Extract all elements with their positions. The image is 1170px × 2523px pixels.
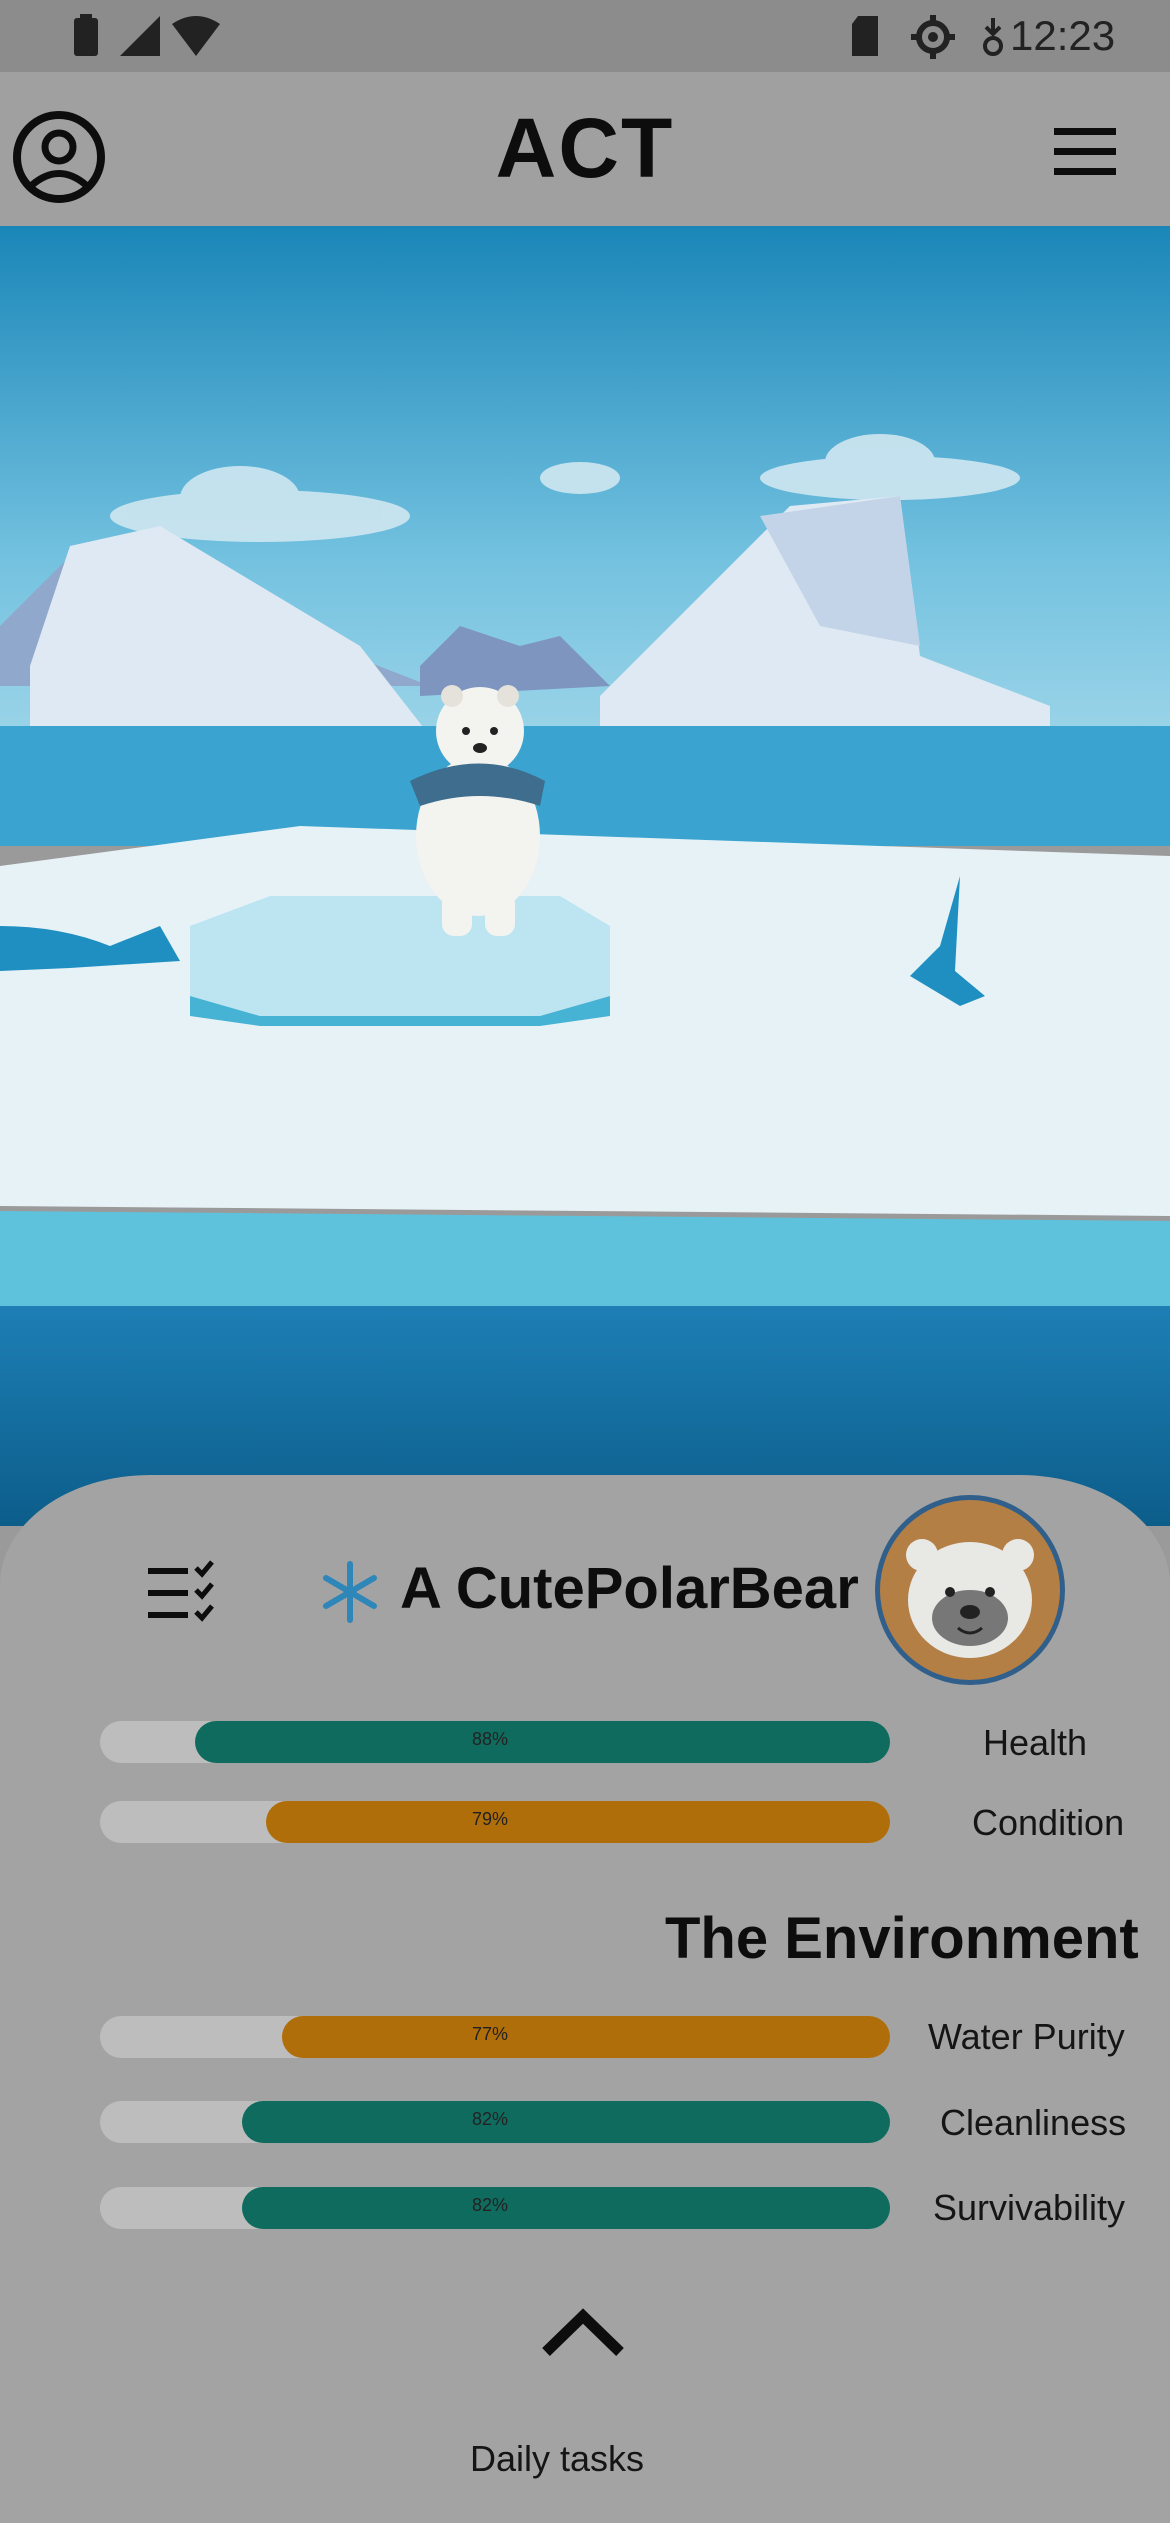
chevron-up-icon[interactable] bbox=[538, 2300, 628, 2360]
cleanliness-bar: 82% bbox=[100, 2101, 890, 2143]
app-bar: ACT bbox=[0, 72, 1170, 226]
water-purity-bar: 77% bbox=[100, 2016, 890, 2058]
cleanliness-label: Cleanliness bbox=[940, 2102, 1127, 2143]
hamburger-menu-icon[interactable] bbox=[1052, 124, 1118, 180]
health-label: Health bbox=[983, 1722, 1088, 1763]
snowflake-icon bbox=[323, 1561, 377, 1623]
cleanliness-bar-fill bbox=[242, 2101, 890, 2143]
survivability-bar-fill bbox=[242, 2187, 890, 2229]
condition-value: 79% bbox=[472, 1809, 509, 1829]
daily-tasks-label[interactable]: Daily tasks bbox=[470, 2438, 644, 2480]
signal-icon bbox=[120, 16, 160, 56]
battery-icon bbox=[74, 14, 98, 56]
status-time: 12:23 bbox=[1010, 12, 1116, 59]
environment-title: The Environment bbox=[665, 1906, 1139, 1971]
health-bar: 88% bbox=[100, 1721, 890, 1763]
notification-icon bbox=[983, 18, 1003, 56]
health-bar-fill bbox=[195, 1721, 890, 1763]
pet-avatar[interactable] bbox=[875, 1495, 1065, 1685]
wifi-icon bbox=[172, 16, 220, 56]
polar-bear-face-icon bbox=[906, 1539, 1034, 1658]
water-purity-value: 77% bbox=[472, 2024, 509, 2044]
water-purity-label: Water Purity bbox=[928, 2016, 1125, 2057]
sd-card-icon bbox=[852, 16, 878, 56]
survivability-label: Survivability bbox=[933, 2187, 1126, 2228]
water-purity-bar-fill bbox=[282, 2016, 890, 2058]
task-list-icon[interactable] bbox=[140, 1558, 220, 1630]
arctic-scene-illustration bbox=[0, 226, 1170, 1526]
condition-label: Condition bbox=[972, 1802, 1125, 1843]
health-value: 88% bbox=[472, 1729, 509, 1749]
app-title: ACT bbox=[495, 101, 675, 195]
pet-name: A CutePolarBear bbox=[400, 1556, 859, 1621]
condition-bar-fill bbox=[266, 1801, 890, 1843]
cleanliness-value: 82% bbox=[472, 2109, 509, 2129]
settings-icon bbox=[911, 15, 955, 59]
condition-bar: 79% bbox=[100, 1801, 890, 1843]
survivability-value: 82% bbox=[472, 2195, 509, 2215]
status-bar: 12:23 bbox=[0, 0, 1170, 72]
survivability-bar: 82% bbox=[100, 2187, 890, 2229]
